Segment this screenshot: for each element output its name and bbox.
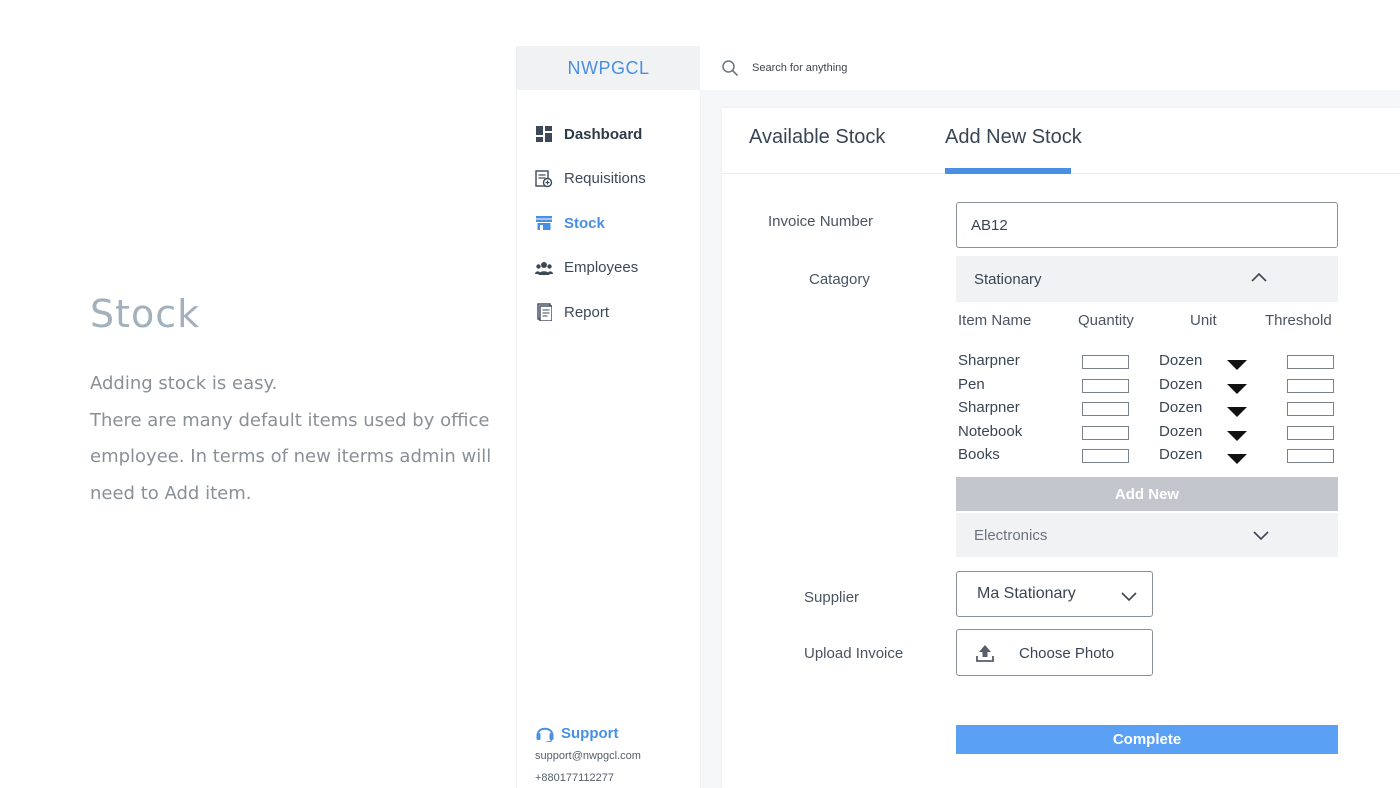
sidebar-item-label: Dashboard xyxy=(564,125,643,143)
sidebar-item-label: Employees xyxy=(564,259,639,277)
intro-line: Adding stock is easy. xyxy=(90,373,278,394)
support-email[interactable]: support@nwpgcl.com xyxy=(535,750,641,762)
employees-icon xyxy=(535,259,553,277)
item-name: Notebook xyxy=(958,422,1023,440)
intro-section: Stock Adding stock is easy. There are ma… xyxy=(90,292,510,512)
choose-photo-label: Choose Photo xyxy=(1019,645,1115,662)
complete-button[interactable]: Complete xyxy=(956,725,1338,754)
unit-dropdown-arrow-icon[interactable] xyxy=(1227,360,1247,370)
unit-value: Dozen xyxy=(1159,352,1203,369)
table-row: Pen Dozen xyxy=(958,372,1338,396)
item-name: Sharpner xyxy=(958,352,1020,369)
upload-icon xyxy=(976,645,994,662)
add-new-button[interactable]: Add New xyxy=(956,477,1338,511)
category-select[interactable]: Stationary xyxy=(956,256,1338,302)
add-stock-panel: Available Stock Add New Stock Invoice Nu… xyxy=(722,108,1400,788)
sidebar-item-label: Requisitions xyxy=(564,170,646,188)
threshold-input[interactable] xyxy=(1287,378,1334,393)
unit-dropdown-arrow-icon[interactable] xyxy=(1227,430,1247,441)
unit-value: Dozen xyxy=(1159,399,1203,417)
second-category-value: Electronics xyxy=(974,526,1048,544)
threshold-input[interactable] xyxy=(1287,402,1334,417)
unit-dropdown-arrow-icon[interactable] xyxy=(1227,454,1247,465)
sidebar-item-label: Report xyxy=(564,303,610,321)
intro-line: need to Add item. xyxy=(90,482,252,504)
column-header-unit: Unit xyxy=(1190,312,1217,329)
upload-invoice-label: Upload Invoice xyxy=(804,645,904,662)
sidebar-item-requisitions[interactable]: Requisitions xyxy=(517,157,700,202)
tab-bar: Available Stock Add New Stock xyxy=(722,108,1400,174)
quantity-input[interactable] xyxy=(1082,449,1129,464)
intro-title: Stock xyxy=(90,292,201,336)
item-name: Books xyxy=(958,446,1000,464)
support-link[interactable]: Support xyxy=(535,724,641,742)
column-header-quantity: Quantity xyxy=(1078,312,1134,329)
report-icon xyxy=(535,303,553,322)
top-search-bar xyxy=(700,46,1400,90)
chevron-down-icon xyxy=(1121,592,1137,602)
sidebar-item-employees[interactable]: Employees xyxy=(517,246,700,291)
app-window: NWPGCL Dashboard Requisitions Stock Empl… xyxy=(516,46,1400,788)
tab-available-stock[interactable]: Available Stock xyxy=(749,126,885,149)
intro-line: There are many default items used by off… xyxy=(90,409,490,431)
table-row: Books Dozen xyxy=(958,442,1338,466)
quantity-input[interactable] xyxy=(1082,425,1129,440)
category-value: Stationary xyxy=(974,270,1042,288)
headset-icon xyxy=(536,727,554,742)
column-header-item-name: Item Name xyxy=(958,312,1032,329)
threshold-input[interactable] xyxy=(1287,355,1334,369)
item-name: Sharpner xyxy=(958,399,1020,417)
tab-add-new-stock[interactable]: Add New Stock xyxy=(945,126,1082,149)
unit-value: Dozen xyxy=(1159,446,1203,464)
supplier-value: Ma Stationary xyxy=(977,585,1076,602)
threshold-input[interactable] xyxy=(1287,449,1334,464)
unit-dropdown-arrow-icon[interactable] xyxy=(1227,407,1247,418)
intro-body: Adding stock is easy. There are many def… xyxy=(90,366,510,512)
active-tab-indicator xyxy=(945,168,1071,174)
quantity-input[interactable] xyxy=(1082,402,1129,417)
quantity-input[interactable] xyxy=(1082,355,1129,369)
chevron-up-icon xyxy=(1251,272,1267,282)
brand-logo[interactable]: NWPGCL xyxy=(517,46,700,90)
support-phone[interactable]: +880177112277 xyxy=(535,772,641,784)
invoice-number-label: Invoice Number xyxy=(768,213,874,230)
unit-value: Dozen xyxy=(1159,375,1203,393)
sidebar: NWPGCL Dashboard Requisitions Stock Empl… xyxy=(516,46,700,788)
chevron-down-icon xyxy=(1253,531,1269,541)
quantity-input[interactable] xyxy=(1082,378,1129,393)
second-category-select[interactable]: Electronics xyxy=(956,513,1338,557)
threshold-input[interactable] xyxy=(1287,425,1334,440)
choose-photo-button[interactable]: Choose Photo xyxy=(956,629,1153,676)
table-row: Sharpner Dozen xyxy=(958,348,1338,372)
support-section: Support support@nwpgcl.com +880177112277 xyxy=(535,724,641,785)
supplier-label: Supplier xyxy=(804,589,860,606)
sidebar-item-label: Stock xyxy=(564,214,605,232)
requisitions-icon xyxy=(535,170,553,188)
search-icon[interactable] xyxy=(722,60,738,76)
column-header-threshold: Threshold xyxy=(1265,312,1332,329)
sidebar-item-stock[interactable]: Stock xyxy=(517,201,700,246)
sidebar-item-report[interactable]: Report xyxy=(517,290,700,335)
table-row: Sharpner Dozen xyxy=(958,395,1338,419)
support-label: Support xyxy=(561,724,619,742)
search-input[interactable] xyxy=(752,62,1052,74)
items-table-header: Item Name Quantity Unit Threshold xyxy=(958,312,1338,338)
items-table: Item Name Quantity Unit Threshold Sharpn… xyxy=(958,312,1338,466)
item-name: Pen xyxy=(958,375,985,393)
intro-line: employee. In terms of new iterms admin w… xyxy=(90,446,492,467)
unit-dropdown-arrow-icon[interactable] xyxy=(1227,383,1247,394)
category-label: Catagory xyxy=(809,271,870,288)
stock-icon xyxy=(535,214,553,232)
supplier-select[interactable]: Ma Stationary xyxy=(956,571,1153,617)
unit-value: Dozen xyxy=(1159,422,1203,440)
table-row: Notebook Dozen xyxy=(958,419,1338,443)
invoice-number-field[interactable] xyxy=(956,202,1338,248)
sidebar-item-dashboard[interactable]: Dashboard xyxy=(517,112,700,157)
sidebar-nav: Dashboard Requisitions Stock Employees R… xyxy=(517,112,700,335)
dashboard-icon xyxy=(535,125,553,143)
